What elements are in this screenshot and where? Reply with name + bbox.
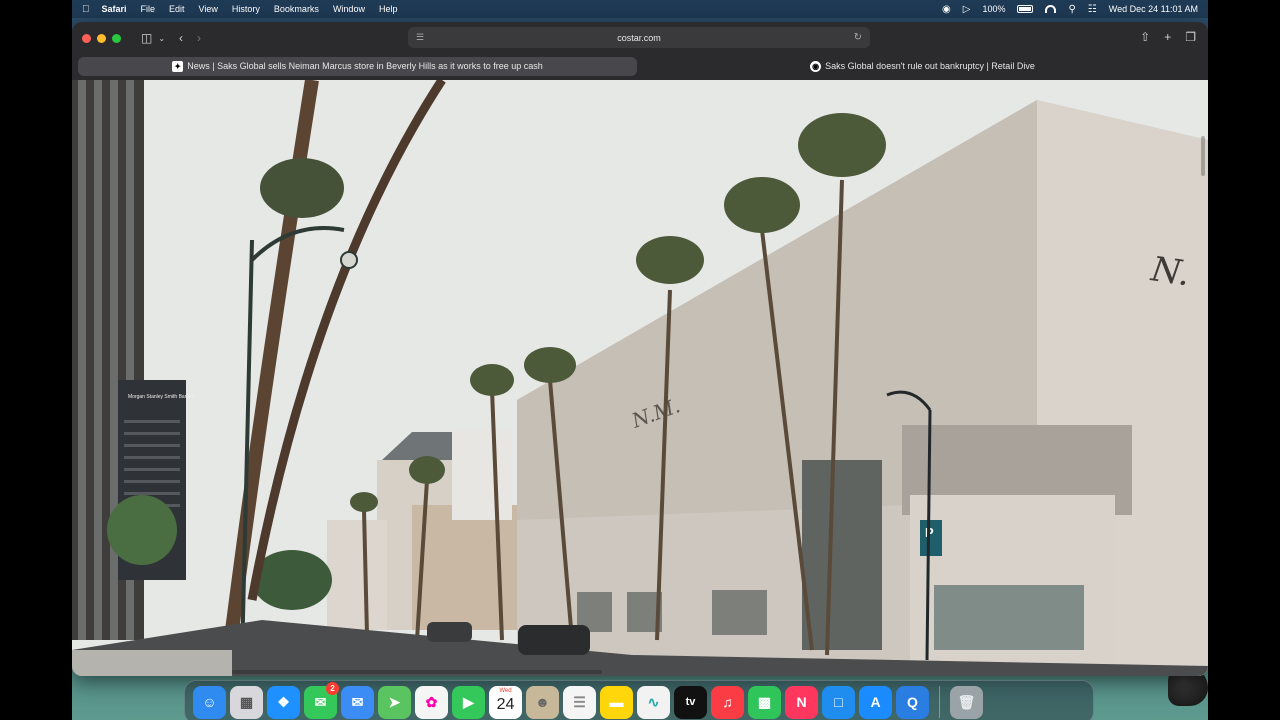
car-black (518, 625, 590, 655)
chevron-down-icon[interactable]: ⌄ (158, 34, 165, 43)
letterbox-right (1208, 0, 1280, 720)
calendar-weekday: Wed (499, 687, 512, 694)
clock[interactable]: Wed Dec 24 11:01 AM (1109, 4, 1198, 14)
vertical-scrollbar[interactable] (1201, 136, 1205, 176)
sidewalk (72, 650, 232, 676)
photos-icon[interactable]: ✿ (415, 685, 448, 719)
page-content: Morgan Stanley Smith Barney N.M. N. P (72, 80, 1208, 676)
menu-view[interactable]: View (199, 4, 218, 14)
tab-title: News | Saks Global sells Neiman Marcus s… (187, 61, 543, 71)
freeform-icon[interactable]: ∿ (637, 685, 670, 719)
tab-bar: ✦ News | Saks Global sells Neiman Marcus… (72, 54, 1208, 78)
notes-icon[interactable]: ▬ (600, 685, 633, 719)
apple-tv-icon[interactable]: tv (674, 685, 707, 719)
share-icon[interactable]: ⇧ (1140, 30, 1150, 44)
horizontal-scrollbar[interactable] (232, 670, 602, 674)
menu-app-name[interactable]: Safari (102, 4, 127, 14)
toolbar-right: ⇧ + ❐ (1140, 30, 1196, 44)
apple-tv-label: tv (685, 696, 696, 708)
letterbox-left (0, 0, 72, 720)
control-center-icon[interactable]: ☷ (1088, 4, 1097, 15)
mail-icon[interactable]: ✉ (341, 685, 374, 719)
menu-history[interactable]: History (232, 4, 260, 14)
battery-percent: 100% (982, 4, 1006, 14)
close-button[interactable] (82, 33, 91, 43)
calendar-icon[interactable]: Wed 24 (489, 685, 522, 719)
messages-badge: 2 (326, 681, 339, 695)
messages-icon[interactable]: ✉ 2 (304, 681, 339, 719)
dock: ☺ ▦ ❖ ✉ 2 ✉ ➤ ✿ ▶ Wed 24 ☻ ☰ ▬ ∿ tv ♫ ▩ … (184, 680, 1094, 720)
app-store-icon[interactable]: A (859, 685, 892, 719)
tab-retail-dive[interactable]: ◉ Saks Global doesn't rule out bankruptc… (643, 57, 1202, 76)
battery-icon[interactable] (1017, 5, 1034, 13)
tab-title: Saks Global doesn't rule out bankruptcy … (825, 61, 1035, 71)
menu-file[interactable]: File (141, 4, 156, 14)
new-tab-icon[interactable]: + (1164, 30, 1171, 44)
forward-icon[interactable]: › (197, 31, 201, 45)
safari-icon[interactable]: ❖ (267, 685, 300, 719)
menu-bookmarks[interactable]: Bookmarks (274, 4, 319, 14)
page-menu-icon[interactable]: ☰ (416, 32, 424, 43)
status-area: ◉ ▷ 100% ⚲ ☷ Wed Dec 24 11:01 AM (942, 4, 1198, 15)
menu-help[interactable]: Help (379, 4, 398, 14)
launchpad-icon[interactable]: ▦ (230, 685, 263, 719)
reminders-icon[interactable]: ☰ (563, 685, 596, 719)
trash-icon[interactable]: 🗑 (950, 685, 983, 719)
far-building (327, 520, 387, 630)
menu-bar:  Safari File Edit View History Bookmark… (72, 0, 1208, 18)
menu-edit[interactable]: Edit (169, 4, 185, 14)
left-trees (107, 495, 177, 565)
apple-menu-icon[interactable]:  (82, 4, 90, 15)
wifi-icon[interactable] (1045, 5, 1057, 13)
minimize-button[interactable] (97, 33, 106, 43)
contacts-icon[interactable]: ☻ (526, 685, 559, 719)
numbers-icon[interactable]: ▩ (748, 685, 781, 719)
retail-dive-favicon-icon: ◉ (810, 60, 822, 72)
ms-sign: Morgan Stanley Smith Barney (128, 394, 195, 400)
window-controls (82, 33, 121, 43)
zoom-button[interactable] (112, 33, 121, 43)
safari-window: ◫ ⌄ ‹ › ☰ costar.com ↻ ⇧ + ❐ ✦ News | Sa… (72, 22, 1208, 676)
record-icon[interactable]: ◉ (942, 4, 951, 15)
calendar-day: 24 (496, 696, 515, 713)
nm-logo-corner: N. (1148, 249, 1193, 294)
lamp-globe (340, 251, 358, 269)
costar-favicon-icon: ✦ (172, 60, 184, 72)
spotlight-icon[interactable]: ⚲ (1068, 4, 1075, 15)
tab-costar[interactable]: ✦ News | Saks Global sells Neiman Marcus… (78, 56, 637, 76)
back-icon[interactable]: ‹ (179, 31, 183, 45)
url-text: costar.com (617, 32, 661, 43)
keynote-icon[interactable]: □ (822, 685, 855, 719)
street-photo: Morgan Stanley Smith Barney N.M. N. P (72, 80, 1208, 676)
reload-icon[interactable]: ↻ (854, 32, 862, 43)
saks-tower (452, 430, 512, 520)
nm-glass-entry (802, 460, 882, 650)
car-distant (427, 622, 472, 642)
foreground-palm-crown (260, 158, 344, 218)
music-icon[interactable]: ♫ (711, 685, 744, 719)
nm-display-window (934, 585, 1084, 650)
address-bar[interactable]: ☰ costar.com ↻ (408, 27, 870, 48)
maps-icon[interactable]: ➤ (378, 685, 411, 719)
toolbar: ◫ ⌄ ‹ › ☰ costar.com ↻ ⇧ + ❐ (72, 22, 1208, 54)
quicktime-icon[interactable]: Q (896, 685, 929, 719)
facetime-icon[interactable]: ▶ (452, 685, 485, 719)
play-icon[interactable]: ▷ (963, 4, 971, 15)
menu-window[interactable]: Window (333, 4, 365, 14)
finder-icon[interactable]: ☺ (193, 685, 226, 719)
tab-overview-icon[interactable]: ❐ (1185, 30, 1196, 44)
dock-separator (939, 686, 940, 718)
news-icon[interactable]: N (785, 685, 818, 719)
sidebar-icon[interactable]: ◫ (141, 31, 152, 45)
